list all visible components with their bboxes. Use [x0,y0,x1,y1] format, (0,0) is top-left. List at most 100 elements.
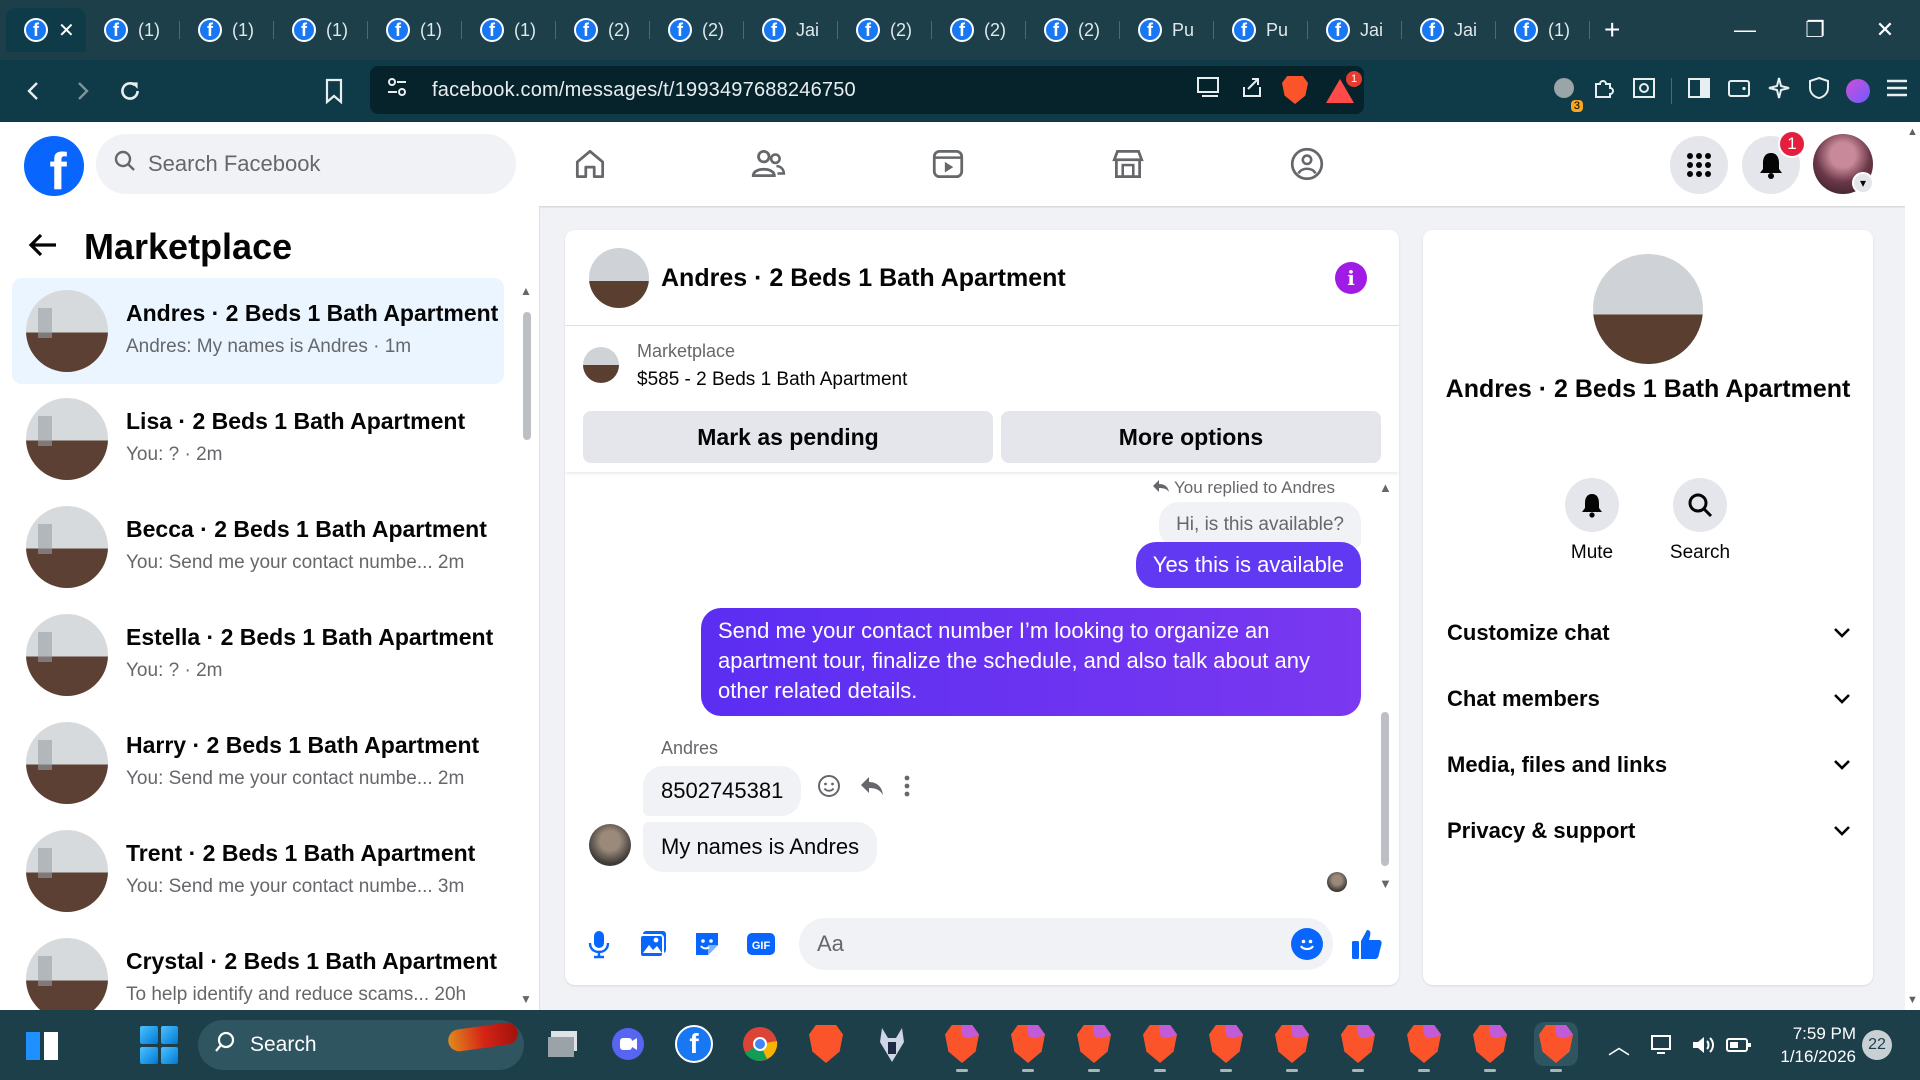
scroll-up-icon[interactable]: ▲ [1907,126,1918,138]
brave-app-icon[interactable] [804,1022,848,1066]
menu-icon[interactable] [1884,75,1910,108]
browser-tab[interactable]: f (1) [368,8,462,52]
brave-profile-icon[interactable] [1072,1022,1116,1072]
more-options-button[interactable]: More options [1001,411,1381,463]
screenshot-icon[interactable] [1631,75,1657,108]
file-explorer-icon[interactable] [542,1022,586,1066]
facebook-logo[interactable]: f [24,136,84,196]
scroll-up-icon[interactable]: ▲ [1379,480,1392,495]
widgets-icon[interactable] [20,1024,64,1068]
accordion-section[interactable]: Media, files and links [1447,740,1851,790]
page-scrollbar[interactable]: ▲ ▼ [1905,122,1920,1010]
outgoing-message[interactable]: Send me your contact number I’m looking … [701,608,1361,716]
start-button[interactable] [140,1026,178,1064]
minimize-button[interactable]: — [1710,0,1780,60]
scroll-down-icon[interactable]: ▼ [1907,994,1918,1006]
browser-tab[interactable]: f Jai [744,8,838,52]
sticker-icon[interactable] [691,928,723,960]
network-icon[interactable] [1650,1010,1676,1080]
forward-button[interactable] [60,69,104,113]
new-tab-button[interactable]: + [1604,14,1620,46]
brave-profile-icon[interactable] [1204,1022,1248,1072]
microphone-icon[interactable] [583,928,615,960]
brave-profile-icon[interactable] [1534,1022,1578,1072]
discord-icon[interactable] [606,1022,650,1066]
show-hidden-icons-button[interactable]: ︿ [1608,1010,1630,1080]
conversation-item[interactable]: Crystal · 2 Beds 1 Bath Apartment To help… [12,926,504,1010]
browser-tab[interactable]: f Jai [1308,8,1402,52]
close-window-button[interactable]: ✕ [1850,0,1920,60]
outgoing-message[interactable]: Yes this is available [1135,542,1361,588]
emoji-icon[interactable] [1291,928,1323,960]
close-tab-icon[interactable]: ✕ [58,18,75,43]
vpn-icon[interactable] [1806,75,1832,108]
facebook-app-icon[interactable]: f [672,1022,716,1066]
notification-center-badge[interactable]: 22 [1862,1030,1892,1060]
scroll-thumb[interactable] [523,312,531,440]
incoming-message[interactable]: My names is Andres [643,822,878,872]
chat-avatar[interactable] [589,248,649,308]
browser-tab[interactable]: f (2) [650,8,744,52]
search-in-conversation-button[interactable]: Search [1655,478,1745,564]
conversation-item[interactable]: Becca · 2 Beds 1 Bath Apartment You: Send… [12,494,504,600]
groups-nav-icon[interactable] [1283,140,1331,188]
browser-tab[interactable]: f (1) [274,8,368,52]
wallet-icon[interactable] [1726,75,1752,108]
conversation-item[interactable]: Andres · 2 Beds 1 Bath Apartment Andres: … [12,278,504,384]
video-nav-icon[interactable] [924,140,972,188]
extension-icon[interactable]: 3 [1551,75,1583,112]
conversation-item[interactable]: Estella · 2 Beds 1 Bath Apartment You: ? … [12,602,504,708]
more-vertical-icon[interactable] [903,774,911,805]
browser-tab[interactable]: f (1) [462,8,556,52]
site-settings-icon[interactable] [386,76,408,104]
facebook-search-box[interactable]: Search Facebook [96,134,516,194]
notifications-button[interactable]: 1 [1742,130,1806,194]
browser-tab[interactable]: f Jai [1402,8,1496,52]
chrome-icon[interactable] [738,1022,782,1066]
gif-icon[interactable]: GIF [745,928,777,960]
scroll-thumb[interactable] [1381,712,1389,866]
accordion-section[interactable]: Chat members [1447,674,1851,724]
back-arrow-icon[interactable] [28,228,58,267]
mute-button[interactable]: Mute [1547,478,1637,564]
scroll-down-icon[interactable]: ▼ [1379,876,1392,891]
sidebar-scrollbar[interactable]: ▲ ▼ [520,284,534,1006]
chevron-down-icon[interactable]: ▾ [1852,172,1874,194]
sender-avatar[interactable] [589,824,631,866]
game-app-icon[interactable] [870,1022,914,1066]
brave-profile-icon[interactable] [1468,1022,1512,1072]
accordion-section[interactable]: Customize chat [1447,608,1851,658]
reply-icon[interactable] [859,775,885,804]
url-text[interactable]: facebook.com/messages/t/1993497688246750 [432,79,856,102]
leo-ai-icon[interactable] [1766,75,1792,108]
brave-rewards-icon[interactable]: 1 [1326,71,1362,103]
react-emoji-icon[interactable] [817,774,841,805]
bookmark-icon[interactable] [312,69,356,113]
browser-tab-active[interactable]: f ✕ [6,8,86,52]
incoming-message[interactable]: 8502745381 [643,766,802,816]
brave-profile-icon[interactable] [1138,1022,1182,1072]
address-bar[interactable]: facebook.com/messages/t/1993497688246750… [370,66,1364,114]
browser-tab[interactable]: f Pu [1214,8,1308,52]
taskbar-clock[interactable]: 7:59 PM 1/16/2026 [1760,1022,1856,1068]
volume-icon[interactable] [1690,1010,1716,1080]
browser-tab[interactable]: f (1) [86,8,180,52]
friends-nav-icon[interactable] [744,140,792,188]
reload-button[interactable] [108,69,152,113]
conversation-item[interactable]: Lisa · 2 Beds 1 Bath Apartment You: ? · 2… [12,386,504,492]
extensions-puzzle-icon[interactable] [1591,75,1617,108]
profile-icon[interactable] [1846,79,1870,103]
listing-thumbnail[interactable] [583,347,619,383]
scroll-up-icon[interactable]: ▲ [520,284,532,298]
browser-tab[interactable]: f (2) [556,8,650,52]
brave-shields-icon[interactable] [1282,76,1308,104]
message-input[interactable] [799,918,1333,970]
brave-profile-icon[interactable] [1270,1022,1314,1072]
sidebar-toggle-icon[interactable] [1686,75,1712,108]
brave-profile-icon[interactable] [1402,1022,1446,1072]
browser-tab[interactable]: f (2) [932,8,1026,52]
share-icon[interactable] [1240,75,1264,105]
conversation-item[interactable]: Harry · 2 Beds 1 Bath Apartment You: Send… [12,710,504,816]
info-icon[interactable]: i [1335,262,1367,294]
battery-icon[interactable] [1726,1010,1752,1080]
